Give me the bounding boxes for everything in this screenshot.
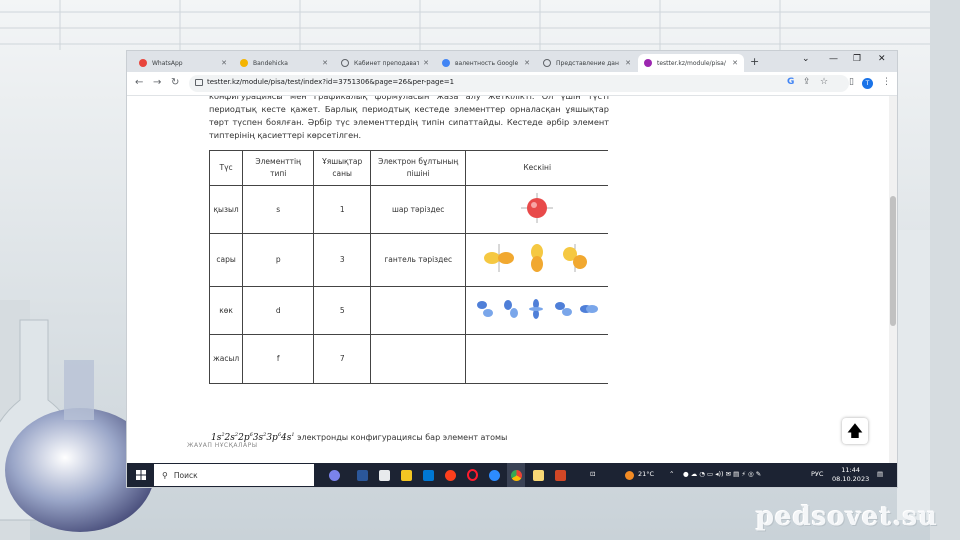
header-cells: Ұяшықтар саны — [313, 150, 372, 186]
show-hidden-icons[interactable]: ⌃ — [669, 470, 674, 478]
page-scrollbar[interactable] — [889, 96, 897, 463]
app-icon-powerpoint[interactable] — [551, 463, 569, 487]
side-panel-icon[interactable]: ▯ — [849, 77, 854, 87]
tab-bandehicka[interactable]: Bandehicka ✕ — [234, 54, 334, 72]
lock-icon — [195, 79, 203, 86]
table-row: көк d 5 — [208, 286, 609, 335]
s-orbital-image — [465, 185, 609, 234]
tray-network-icon[interactable]: ⊡ — [590, 470, 595, 478]
windows-taskbar: ⚲ Поиск ⊡ 21°C ⌃ ● ☁ ◔ ▭ ◂)) ✉ ▤ ⚡ ◎ ✎ Р… — [127, 463, 897, 487]
header-color: Түс — [208, 150, 244, 186]
header-shape: Электрон бұлтының пішіні — [370, 150, 467, 186]
scroll-top-button[interactable]: 🡅 — [842, 418, 868, 444]
new-tab-button[interactable]: + — [750, 55, 759, 68]
scrollbar-thumb[interactable] — [890, 196, 896, 326]
weather-icon[interactable] — [623, 463, 635, 487]
start-button[interactable] — [133, 463, 149, 487]
app-icon-word[interactable] — [353, 463, 371, 487]
globe-icon — [341, 59, 349, 67]
site-icon — [240, 59, 248, 67]
table-header-row: Түс Элементтің типі Ұяшықтар саны Электр… — [208, 150, 609, 186]
p-orbital-dumbbells — [484, 244, 588, 272]
close-icon[interactable]: ✕ — [322, 59, 328, 67]
restore-icon[interactable]: ❐ — [853, 54, 861, 64]
globe-icon — [543, 59, 551, 67]
app-icon-notepad[interactable] — [375, 463, 393, 487]
tab-cabinet[interactable]: Кабинет преподавателя ✕ — [335, 54, 435, 72]
site-icon — [644, 59, 652, 67]
app-icon-explorer[interactable] — [529, 463, 547, 487]
orbital-table: Түс Элементтің типі Ұяшықтар саны Электр… — [208, 150, 609, 384]
table-row: сары p 3 гантель тәріздес — [208, 233, 609, 287]
answer-options-label: ЖАУАП НҰСҚАЛАРЫ — [187, 442, 258, 449]
minimize-icon[interactable]: — — [829, 54, 838, 64]
tab-presentation[interactable]: Представление дан ✕ — [537, 54, 637, 72]
url-text: testter.kz/module/pisa/test/index?id=375… — [207, 78, 455, 86]
search-icon: ⚲ — [162, 470, 168, 480]
google-lens-icon[interactable]: G — [787, 77, 794, 87]
close-icon[interactable]: ✕ — [423, 59, 429, 67]
app-icon-teams[interactable] — [325, 463, 343, 487]
app-icon-chrome[interactable] — [507, 463, 525, 487]
share-icon[interactable]: ⇪ — [803, 77, 811, 87]
p-orbital-image — [465, 233, 609, 287]
close-icon[interactable]: ✕ — [524, 59, 530, 67]
browser-toolbar: ← → ↻ testter.kz/module/pisa/test/index?… — [127, 72, 897, 96]
app-icon-opera[interactable] — [463, 463, 481, 487]
close-icon[interactable]: ✕ — [221, 59, 227, 67]
address-bar[interactable]: testter.kz/module/pisa/test/index?id=375… — [189, 75, 849, 92]
header-image: Кескіні — [465, 150, 609, 186]
app-icon-store[interactable] — [397, 463, 415, 487]
tab-google[interactable]: валентность Google ✕ — [436, 54, 536, 72]
app-icon-mail[interactable] — [419, 463, 437, 487]
table-row: жасыл f 7 — [208, 334, 609, 384]
notifications-icon[interactable]: ▤ — [877, 470, 883, 478]
page-content: конфигурациясы мен графикалық формуласын… — [127, 96, 889, 463]
tab-bar: WhatsApp ✕ Bandehicka ✕ Кабинет преподав… — [127, 51, 897, 72]
avatar[interactable]: T — [862, 78, 873, 89]
browser-window: WhatsApp ✕ Bandehicka ✕ Кабинет преподав… — [127, 51, 897, 487]
d-orbital-image — [465, 286, 609, 335]
tab-whatsapp[interactable]: WhatsApp ✕ — [133, 54, 233, 72]
whatsapp-icon — [139, 59, 147, 67]
p-orbital-y — [531, 244, 544, 272]
f-orbital-image — [465, 334, 609, 384]
forward-icon[interactable]: → — [153, 77, 161, 88]
question-paragraph: конфигурациясы мен графикалық формуласын… — [209, 96, 609, 140]
menu-icon[interactable]: ⋮ — [882, 77, 891, 87]
google-icon — [442, 59, 450, 67]
close-icon[interactable]: ✕ — [625, 59, 631, 67]
watermark: pedsovet.su — [755, 502, 938, 532]
back-icon[interactable]: ← — [135, 77, 143, 88]
clock[interactable]: 11:44 08.10.2023 — [832, 466, 869, 484]
close-icon[interactable]: ✕ — [732, 59, 738, 67]
tab-search-icon[interactable]: ⌄ — [802, 54, 810, 64]
app-icon-zoom[interactable] — [485, 463, 503, 487]
windows-icon — [136, 470, 146, 480]
table-row: қызыл s 1 шар тәріздес — [208, 185, 609, 234]
taskbar-search[interactable]: ⚲ Поиск — [154, 464, 314, 486]
header-type: Элементтің типі — [242, 150, 315, 186]
s-orbital-sphere — [521, 192, 554, 223]
formula-suffix: электронды конфигурациясы бар элемент ат… — [297, 433, 508, 442]
tray-app-icons[interactable]: ● ☁ ◔ ▭ ◂)) ✉ ▤ ⚡ ◎ ✎ — [683, 470, 761, 478]
language-indicator[interactable]: РУС — [811, 470, 823, 478]
close-window-icon[interactable]: ✕ — [878, 54, 886, 64]
tab-testter[interactable]: testter.kz/module/pisa/ ✕ — [638, 54, 744, 72]
p-orbital-z — [563, 244, 588, 272]
d-orbital-shapes — [477, 298, 599, 319]
reload-icon[interactable]: ↻ — [171, 77, 179, 88]
star-icon[interactable]: ☆ — [820, 77, 828, 87]
p-orbital-x — [484, 244, 515, 272]
temperature[interactable]: 21°C — [638, 470, 654, 478]
app-icon-yandex[interactable] — [441, 463, 459, 487]
